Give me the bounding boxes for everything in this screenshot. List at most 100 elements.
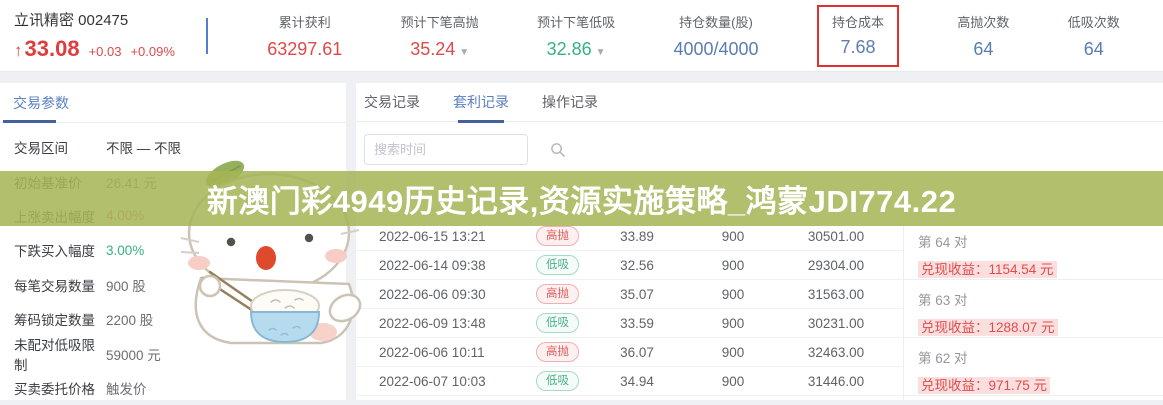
caret-down-icon[interactable]: ▼: [459, 47, 469, 58]
pair-summary: 第 62 对 兑现收益：971.75 元: [904, 338, 1163, 396]
stat-label: 累计获利: [267, 12, 342, 31]
header-stat: 持仓成本 7.68: [817, 5, 899, 67]
record-amount: 30501.00: [791, 229, 881, 244]
pair-summary-panel: 第 64 对 兑现收益：1154.54 元 第 63 对 兑现收益：1288.0…: [903, 222, 1163, 400]
record-price: 33.59: [599, 316, 675, 331]
param-label: 交易区间: [14, 137, 106, 157]
param-value: 3.00%: [106, 243, 144, 258]
record-time: 2022-06-15 13:21: [379, 229, 516, 244]
table-row: 2022-06-09 13:48 低吸 33.59 900 30231.00: [356, 309, 903, 338]
param-value: 59000 元: [106, 344, 161, 364]
stat-label: 预计下笔低吸: [537, 12, 615, 31]
record-amount: 30231.00: [791, 316, 881, 331]
record-time: 2022-06-06 09:30: [379, 287, 516, 302]
search-box: [364, 134, 528, 165]
param-label: 筹码锁定数量: [14, 309, 106, 329]
pair-summary: 第 64 对 兑现收益：1154.54 元: [904, 222, 1163, 280]
records-tab[interactable]: 操作记录: [542, 83, 598, 122]
overlay-banner[interactable]: 新澳门彩4949历史记录,资源实施策略_鸿蒙JDI774.22: [0, 171, 1163, 226]
pair-profit: 兑现收益：971.75 元: [918, 377, 1050, 394]
stat-value: 4000/4000: [673, 39, 758, 59]
pair-label: 第 63 对: [918, 289, 1163, 309]
param-label: 未配对低吸限制: [14, 334, 106, 374]
table-row: 2022-06-06 09:30 高抛 35.07 900 31563.00: [356, 280, 903, 309]
records-panel: 交易记录 套利记录 操作记录 2022-06-15 13:21 高抛 33.89…: [356, 83, 1163, 400]
stat-label: 持仓数量(股): [673, 12, 758, 31]
record-price: 33.89: [599, 229, 675, 244]
stock-header: 立讯精密 002475 ↑ 33.08 +0.03 +0.09% 累计获利 63…: [0, 0, 1163, 72]
price-change-pct: +0.09%: [130, 44, 174, 59]
record-qty: 900: [675, 229, 791, 244]
record-type-tag: 高抛: [536, 284, 579, 304]
param-value: 触发价: [106, 378, 147, 398]
param-label: 买卖委托价格: [14, 378, 106, 398]
record-type-tag: 高抛: [536, 342, 579, 362]
header-stat: 低吸次数 64: [1068, 12, 1120, 60]
search-icon[interactable]: [550, 142, 565, 157]
record-amount: 31563.00: [791, 287, 881, 302]
header-stat: 预计下笔高抛 35.24 ▼: [401, 12, 479, 60]
stat-value: 64: [973, 39, 993, 59]
stat-value: 7.68: [840, 37, 875, 57]
active-tab-underline: [3, 120, 56, 123]
pair-label: 第 62 对: [918, 347, 1163, 367]
search-input[interactable]: [374, 142, 550, 157]
stat-value: 32.86: [547, 39, 592, 59]
table-row: 2022-06-15 13:21 高抛 33.89 900 30501.00: [356, 222, 903, 251]
stock-info: 立讯精密 002475 ↑ 33.08 +0.03 +0.09%: [0, 9, 206, 62]
record-qty: 900: [675, 258, 791, 273]
stat-label: 高抛次数: [957, 12, 1009, 31]
record-type-tag: 低吸: [536, 313, 579, 333]
record-time: 2022-06-07 10:03: [379, 374, 516, 389]
param-label: 每笔交易数量: [14, 275, 106, 295]
header-stat: 预计下笔低吸 32.86 ▼: [537, 12, 615, 60]
records-tab[interactable]: 套利记录: [453, 83, 509, 122]
record-amount: 29304.00: [791, 258, 881, 273]
record-price: 36.07: [599, 345, 675, 360]
record-amount: 31446.00: [791, 374, 881, 389]
record-type-tag: 低吸: [536, 371, 579, 391]
stat-label: 低吸次数: [1068, 12, 1120, 31]
price-up-arrow-icon: ↑: [14, 41, 23, 61]
records-tab[interactable]: 交易记录: [364, 83, 420, 122]
tab-trade-params[interactable]: 交易参数: [13, 93, 69, 113]
record-time: 2022-06-06 10:11: [379, 345, 516, 360]
header-stat: 高抛次数 64: [957, 12, 1009, 60]
pair-profit: 兑现收益：1154.54 元: [918, 261, 1057, 278]
caret-down-icon[interactable]: ▼: [596, 47, 606, 58]
record-price: 32.56: [599, 258, 675, 273]
record-time: 2022-06-09 13:48: [379, 316, 516, 331]
record-type-tag: 低吸: [536, 255, 579, 275]
table-row: 2022-06-07 10:03 低吸 34.94 900 31446.00: [356, 367, 903, 396]
stock-price: 33.08: [25, 36, 80, 62]
record-price: 34.94: [599, 374, 675, 389]
stock-name: 立讯精密 002475: [14, 9, 206, 30]
record-qty: 900: [675, 316, 791, 331]
stat-label: 持仓成本: [832, 12, 884, 31]
header-stats: 累计获利 63297.61 预计下笔高抛 35.24 ▼ 预计下笔低吸 32.86…: [208, 5, 1163, 67]
table-row: 2022-06-14 09:38 低吸 32.56 900 29304.00: [356, 251, 903, 280]
param-value: 900 股: [106, 275, 146, 295]
overlay-banner-text[interactable]: 新澳门彩4949历史记录,资源实施策略_鸿蒙JDI774.22: [207, 176, 956, 221]
pair-label: 第 64 对: [918, 231, 1163, 251]
record-qty: 900: [675, 374, 791, 389]
sidebar-tab-row: 交易参数: [0, 83, 346, 123]
pair-profit: 兑现收益：1288.07 元: [918, 319, 1058, 336]
stat-value: 64: [1084, 39, 1104, 59]
stat-label: 预计下笔高抛: [401, 12, 479, 31]
param-value: 2200 股: [106, 309, 153, 329]
param-label: 下跌买入幅度: [14, 240, 106, 260]
stat-value: 35.24: [410, 39, 455, 59]
param-value: 不限 — 不限: [106, 137, 181, 157]
header-stat: 累计获利 63297.61: [267, 12, 342, 60]
record-amount: 32463.00: [791, 345, 881, 360]
record-type-tag: 高抛: [536, 226, 579, 246]
record-time: 2022-06-14 09:38: [379, 258, 516, 273]
pair-summary: 第 63 对 兑现收益：1288.07 元: [904, 280, 1163, 338]
stat-value: 63297.61: [267, 39, 342, 59]
price-change: +0.03: [89, 44, 122, 59]
record-qty: 900: [675, 287, 791, 302]
records-tabs: 交易记录 套利记录 操作记录: [356, 83, 1163, 122]
table-row: 2022-06-06 10:11 高抛 36.07 900 32463.00: [356, 338, 903, 367]
record-price: 35.07: [599, 287, 675, 302]
